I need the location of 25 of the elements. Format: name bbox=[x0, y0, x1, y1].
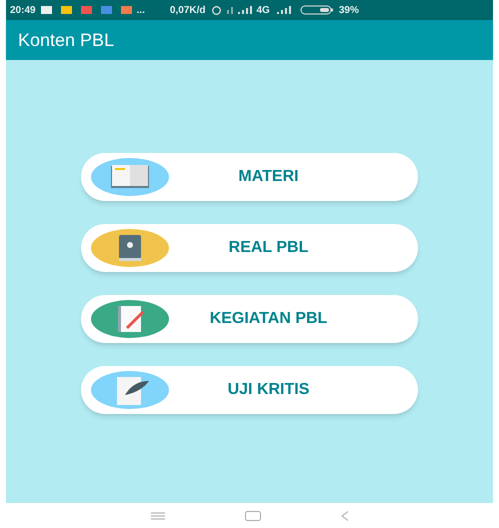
network-type: 4G bbox=[256, 4, 270, 18]
notification-icon bbox=[100, 6, 112, 14]
more-notifications: ... bbox=[136, 4, 145, 18]
app-title: Konten PBL bbox=[18, 28, 114, 52]
battery-icon bbox=[300, 5, 334, 15]
back-icon[interactable] bbox=[340, 510, 348, 520]
data-activity-icon bbox=[226, 6, 232, 14]
menu-button[interactable]: MATERI bbox=[81, 153, 418, 201]
notification-icon bbox=[80, 6, 92, 14]
signal-icon bbox=[238, 6, 252, 14]
notification-icon bbox=[40, 6, 52, 14]
notification-icon bbox=[120, 6, 132, 14]
notification-icon bbox=[60, 6, 72, 14]
tablet-icon bbox=[91, 229, 169, 267]
menu-icon[interactable] bbox=[150, 512, 164, 520]
feather-icon bbox=[91, 371, 169, 409]
notepad-icon bbox=[91, 300, 169, 338]
battery-level: 39% bbox=[338, 4, 359, 18]
home-icon[interactable] bbox=[244, 510, 260, 520]
status-time: 20:49 bbox=[10, 4, 36, 18]
menu-button[interactable]: REAL PBL bbox=[81, 224, 418, 272]
menu-button[interactable]: KEGIATAN PBL bbox=[81, 295, 418, 343]
menu-button[interactable]: UJI KRITIS bbox=[81, 366, 418, 414]
book-icon bbox=[91, 158, 169, 196]
network-speed: 0,07K/d bbox=[170, 4, 206, 18]
